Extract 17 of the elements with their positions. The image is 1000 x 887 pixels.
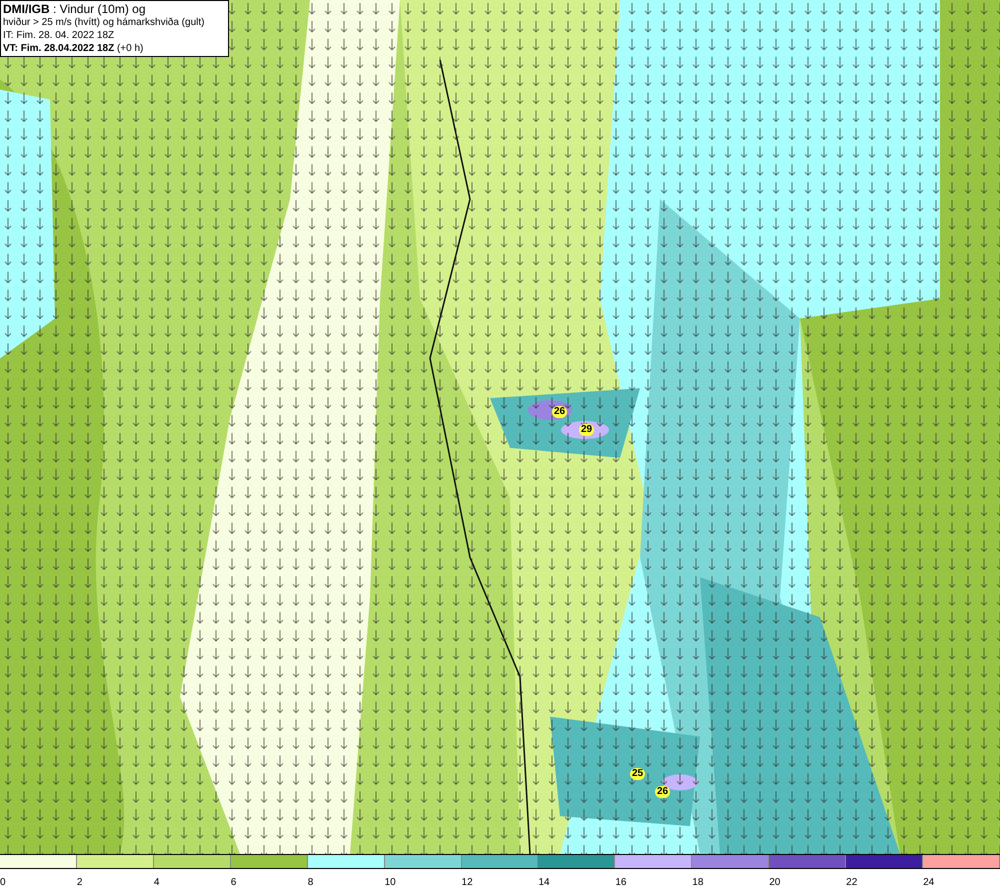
- legend-label: 20: [769, 877, 780, 887]
- legend-label: 0: [0, 877, 6, 887]
- legend-label: 12: [462, 877, 473, 887]
- legend-label: 4: [154, 877, 160, 887]
- legend-label: 16: [615, 877, 626, 887]
- legend-label: 14: [538, 877, 550, 887]
- info-text: DMI/IGB : Vindur (10m) og: [3, 2, 146, 16]
- legend-label: 24: [923, 877, 934, 887]
- info-text: hviður > 25 m/s (hvítt) og hámarkshviða (gult): [3, 16, 206, 29]
- legend-label: 8: [308, 877, 314, 887]
- legend-label: 10: [384, 877, 396, 887]
- info-text: IT: Fim. 28. 04. 2022 18Z: [3, 29, 116, 42]
- info-text: VT: Fim. 28.04.2022 18Z (+0 h): [3, 42, 144, 55]
- legend-label: 22: [846, 877, 858, 887]
- legend-label: 18: [692, 877, 704, 887]
- legend-label: 2: [76, 877, 82, 887]
- legend-label: 6: [230, 877, 236, 887]
